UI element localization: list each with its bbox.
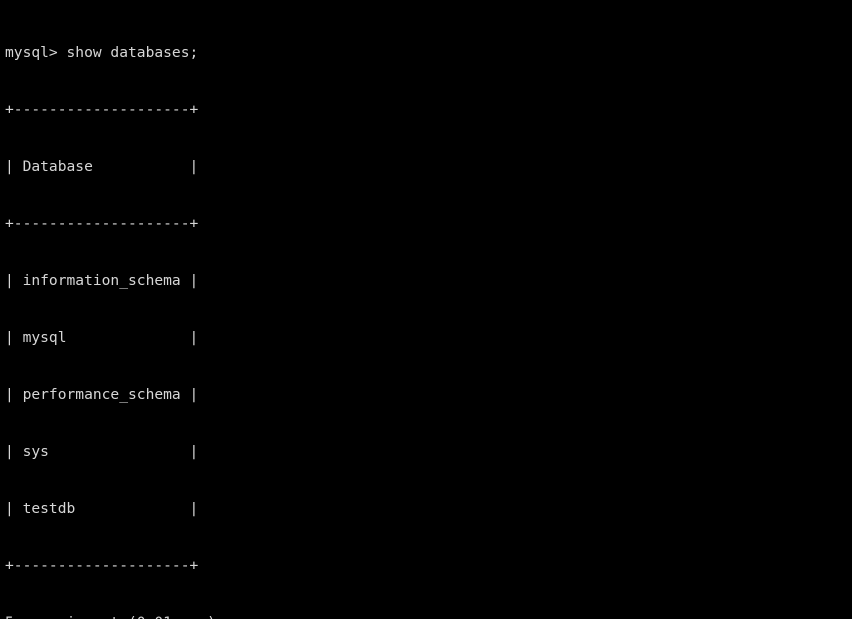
databases-table-header-divider: +--------------------+ [5, 215, 199, 232]
databases-table-header: | Database | [5, 158, 199, 175]
databases-table-top-border: +--------------------+ [5, 101, 199, 118]
databases-table-bottom-border: +--------------------+ [5, 557, 199, 574]
command-show-databases: mysql> show databases; [5, 44, 199, 61]
database-row: | sys | [5, 443, 199, 460]
databases-result-status: 5 rows in set (0.01 sec) [5, 613, 790, 619]
database-row: | mysql | [5, 329, 199, 346]
database-row: | testdb | [5, 500, 199, 517]
terminal-screen-content: mysql> show databases; +----------------… [5, 0, 790, 619]
terminal-window[interactable]: mysql> mysql> show databases; +---------… [0, 0, 852, 619]
database-row: | information_schema | [5, 272, 199, 289]
database-row: | performance_schema | [5, 386, 199, 403]
